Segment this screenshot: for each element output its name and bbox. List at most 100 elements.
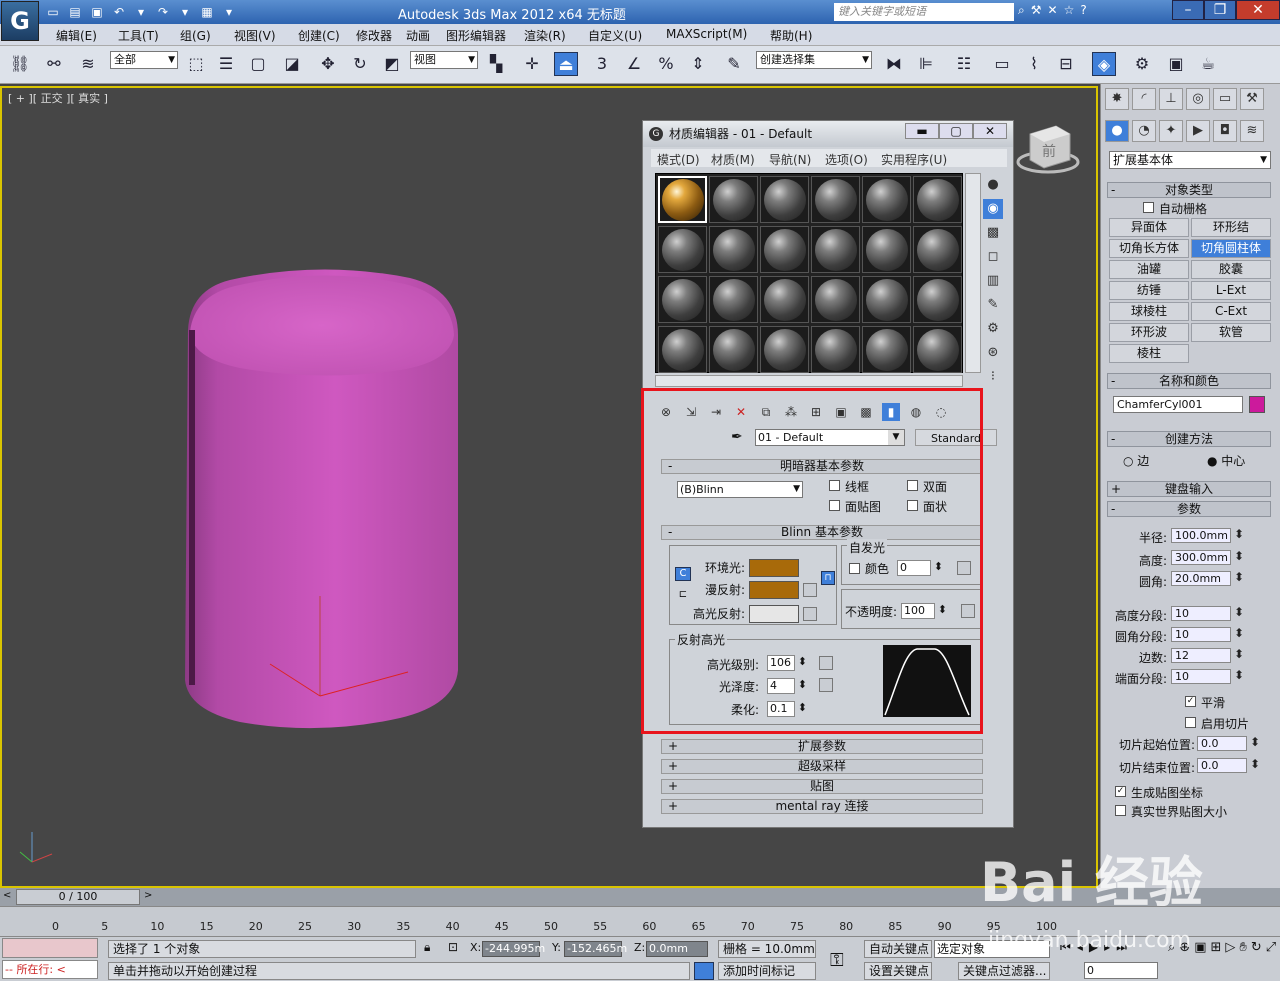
material-sample-slot[interactable]	[658, 326, 707, 373]
height-segs-spinner[interactable]: 10	[1171, 606, 1244, 621]
material-sample-slot[interactable]	[760, 226, 809, 273]
material-sample-slot[interactable]	[862, 226, 911, 273]
viewcube-icon[interactable]: 前	[1016, 120, 1080, 180]
create-tab-icon[interactable]: ✸	[1105, 88, 1129, 110]
object-name-field[interactable]: ChamferCyl001	[1113, 396, 1243, 413]
hold-icon[interactable]: ▦	[198, 3, 216, 21]
options-icon[interactable]: ⚙	[983, 319, 1003, 339]
lock-selection-icon[interactable]: 🔒︎	[424, 940, 430, 955]
menu-group[interactable]: 组(G)	[180, 27, 211, 44]
modify-tab-icon[interactable]: ◜	[1132, 88, 1156, 110]
material-sample-slot[interactable]	[811, 226, 860, 273]
zoom-extents-all-icon[interactable]: ⊞	[1210, 940, 1221, 955]
binoculars-icon[interactable]: ⌕	[1018, 3, 1025, 18]
mirror-icon[interactable]: ⧓	[882, 52, 906, 76]
time-next-icon[interactable]: >	[144, 890, 152, 901]
mated-menu-navigation[interactable]: 导航(N)	[769, 151, 811, 168]
material-sample-slot[interactable]	[862, 176, 911, 223]
snap-toggle-icon[interactable]: 3	[590, 52, 614, 76]
undo-dropdown-icon[interactable]: ▾	[132, 3, 150, 21]
chamfer-box-button[interactable]: 切角长方体	[1109, 239, 1189, 258]
fov-icon[interactable]: ▷	[1225, 940, 1235, 955]
material-editor-icon[interactable]: ◈	[1092, 52, 1116, 76]
motion-tab-icon[interactable]: ◎	[1186, 88, 1210, 110]
radius-spinner[interactable]: 100.0mm	[1171, 528, 1244, 543]
x-coordinate[interactable]: -244.995m	[482, 941, 545, 957]
material-sample-slot[interactable]	[658, 276, 707, 323]
mated-menu-modes[interactable]: 模式(D)	[657, 151, 700, 168]
scale-icon[interactable]: ◩	[380, 52, 404, 76]
mated-minimize-button[interactable]: ▬	[905, 123, 939, 139]
center-radio[interactable]: ● 中心	[1207, 452, 1245, 469]
help-icon[interactable]: ?	[1080, 3, 1086, 18]
material-sample-slot[interactable]	[913, 276, 962, 323]
y-coordinate[interactable]: -152.465m	[564, 941, 627, 957]
named-selection-sets-dropdown[interactable]: 创建选择集	[756, 51, 872, 69]
menu-views[interactable]: 视图(V)	[234, 27, 276, 44]
extended-params-rollout[interactable]: + 扩展参数	[661, 739, 983, 754]
time-slider-thumb[interactable]: 0 / 100	[16, 889, 140, 905]
hierarchy-tab-icon[interactable]: ⊥	[1159, 88, 1183, 110]
reference-coord-dropdown[interactable]: 视图	[410, 51, 478, 69]
redo-icon[interactable]: ↷	[154, 3, 172, 21]
menu-maxscript[interactable]: MAXScript(M)	[666, 27, 747, 41]
oil-tank-button[interactable]: 油罐	[1109, 260, 1189, 279]
menu-rendering[interactable]: 渲染(R)	[524, 27, 566, 44]
menu-animation[interactable]: 动画	[406, 27, 430, 44]
slots-vertical-scrollbar[interactable]	[965, 173, 981, 373]
edit-named-sel-icon[interactable]: ✎	[722, 52, 746, 76]
menu-modifiers[interactable]: 修改器	[356, 27, 392, 44]
fillet-spinner[interactable]: 20.0mm	[1171, 571, 1244, 586]
communication-icon[interactable]: ✕	[1048, 3, 1058, 18]
object-type-rollout[interactable]: - 对象类型	[1107, 182, 1271, 198]
video-color-check-icon[interactable]: ▥	[983, 271, 1003, 291]
hedra-button[interactable]: 异面体	[1109, 218, 1189, 237]
chamfer-cyl-button[interactable]: 切角圆柱体	[1191, 239, 1271, 258]
rendered-frame-icon[interactable]: ▣	[1164, 52, 1188, 76]
material-sample-slot[interactable]	[760, 176, 809, 223]
material-sample-slot[interactable]	[811, 176, 860, 223]
mated-close-button[interactable]: ✕	[973, 123, 1007, 139]
layer-manager-icon[interactable]: ☷	[952, 52, 976, 76]
graphite-toggle-icon[interactable]: ▭	[990, 52, 1014, 76]
maxscript-mini-listener[interactable]: -- 所在行: <	[2, 960, 98, 979]
open-file-icon[interactable]: ▤	[66, 3, 84, 21]
material-sample-slot[interactable]	[658, 176, 707, 223]
redo-dropdown-icon[interactable]: ▾	[176, 3, 194, 21]
save-file-icon[interactable]: ▣	[88, 3, 106, 21]
autogrid-checkbox[interactable]	[1143, 202, 1154, 213]
angle-snap-icon[interactable]: ∠	[622, 52, 646, 76]
mental-ray-rollout[interactable]: + mental ray 连接	[661, 799, 983, 814]
torus-knot-button[interactable]: 环形结	[1191, 218, 1271, 237]
geometry-category-dropdown[interactable]: 扩展基本体 ▼	[1109, 151, 1271, 169]
name-color-rollout[interactable]: - 名称和颜色	[1107, 373, 1271, 389]
set-key-button[interactable]: 设置关键点	[864, 962, 932, 980]
z-coordinate[interactable]: 0.0mm	[646, 941, 708, 957]
gengon-button[interactable]: 球棱柱	[1109, 302, 1189, 321]
background-icon[interactable]: ▩	[983, 223, 1003, 243]
close-button[interactable]: ✕	[1236, 0, 1280, 20]
favorites-star-icon[interactable]: ☆	[1064, 3, 1075, 18]
material-sample-slot[interactable]	[709, 226, 758, 273]
material-sample-slot[interactable]	[862, 276, 911, 323]
cameras-icon[interactable]: ▶	[1186, 120, 1210, 142]
menu-help[interactable]: 帮助(H)	[770, 27, 812, 44]
make-preview-icon[interactable]: ✎	[983, 295, 1003, 315]
rotate-icon[interactable]: ↻	[348, 52, 372, 76]
app-logo-button[interactable]: G	[1, 1, 39, 41]
material-sample-slot[interactable]	[913, 326, 962, 373]
time-prev-icon[interactable]: <	[3, 890, 11, 901]
percent-snap-icon[interactable]: %	[654, 52, 678, 76]
select-manipulate-icon[interactable]: ✛	[520, 52, 544, 76]
mated-restore-button[interactable]: ▢	[939, 123, 973, 139]
chamfer-cylinder-object[interactable]	[170, 260, 470, 740]
undo-icon[interactable]: ↶	[110, 3, 128, 21]
helpers-icon[interactable]: ◘	[1213, 120, 1237, 142]
material-sample-slot[interactable]	[913, 176, 962, 223]
hose-button[interactable]: 软管	[1191, 323, 1271, 342]
slice-to-spinner[interactable]: 0.0	[1197, 758, 1260, 773]
real-world-checkbox[interactable]	[1115, 805, 1126, 816]
absolute-mode-icon[interactable]: ⊡	[448, 940, 458, 954]
menu-edit[interactable]: 编辑(E)	[56, 27, 97, 44]
material-sample-slot[interactable]	[811, 326, 860, 373]
